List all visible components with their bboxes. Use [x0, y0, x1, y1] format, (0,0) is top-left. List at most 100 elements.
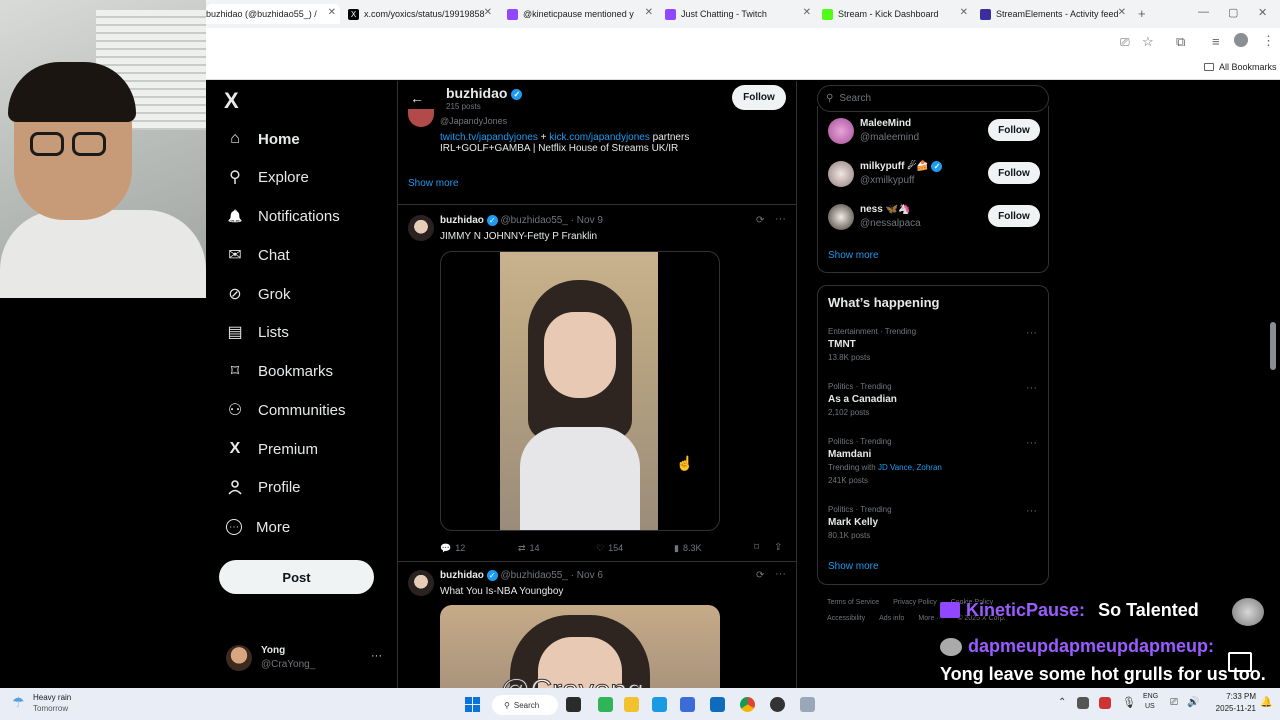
tab-kineticpause[interactable]: @kineticpause mentioned y ✕ [507, 4, 657, 24]
trend-item[interactable]: Politics · Trending Mark Kelly 80.1K pos… [818, 502, 1048, 546]
follow-button[interactable]: Follow [988, 205, 1040, 227]
nav-explore[interactable]: ⚲ Explore [226, 162, 309, 192]
trending-with-links[interactable]: JD Vance, Zohran [878, 463, 942, 472]
more-icon[interactable]: ··· [775, 568, 786, 580]
nav-home[interactable]: ⌂ Home [226, 124, 300, 154]
grok-icon[interactable]: ⟳ [756, 570, 764, 581]
post-author[interactable]: buzhidao [440, 570, 484, 581]
show-more-link[interactable]: Show more [408, 178, 459, 189]
tab-buzhidao[interactable]: buzhidao (@buzhidao55_) / ✕ [206, 4, 340, 24]
post-author[interactable]: buzhidao [440, 215, 484, 226]
grok-icon[interactable]: ⟳ [756, 215, 764, 226]
trend-item[interactable]: Politics · Trending As a Canadian 2,102 … [818, 379, 1048, 423]
trend-item[interactable]: Entertainment · Trending TMNT 13.8K post… [818, 324, 1048, 368]
volume-icon[interactable]: 🔊 [1187, 697, 1199, 708]
avatar[interactable] [828, 118, 854, 144]
tab-twitch[interactable]: Just Chatting - Twitch ✕ [665, 4, 815, 24]
app-icon[interactable] [800, 697, 815, 712]
post-date[interactable]: · Nov 6 [571, 570, 603, 581]
post-1[interactable]: buzhidao ✓ @buzhidao55_ · Nov 9 ⟳ ··· JI… [398, 205, 796, 561]
suggested-name[interactable]: MaleeMind [860, 118, 911, 129]
close-icon[interactable]: ✕ [645, 7, 653, 18]
show-more-link[interactable]: Show more [828, 561, 879, 572]
all-bookmarks[interactable]: All Bookmarks [1204, 62, 1277, 72]
footer-link[interactable]: Accessibility [827, 615, 865, 622]
network-icon[interactable]: ⎚ [1170, 697, 1178, 708]
chrome-icon[interactable] [740, 697, 755, 712]
file-explorer-icon[interactable] [624, 697, 639, 712]
post-button[interactable]: Post [219, 560, 374, 594]
close-icon[interactable]: ✕ [328, 7, 336, 18]
like-action[interactable]: ♡ 154 [596, 543, 623, 554]
kick-link[interactable]: kick.com/japandyjones [549, 132, 650, 143]
new-tab-button[interactable]: + [1138, 6, 1146, 21]
tab-streamelements[interactable]: StreamElements - Activity feed ✕ [980, 4, 1130, 24]
reply-action[interactable]: 💬 12 [440, 543, 465, 554]
windows-start-icon[interactable] [465, 697, 480, 712]
profile-avatar-icon[interactable] [1234, 33, 1248, 47]
edge-icon[interactable] [652, 697, 667, 712]
x-logo-icon[interactable]: X [224, 88, 239, 114]
footer-link[interactable]: Terms of Service [827, 599, 879, 606]
extensions-icon[interactable]: ⧉ [1176, 34, 1185, 50]
nav-grok[interactable]: ⊘ Grok [226, 279, 290, 309]
more-icon[interactable]: ··· [1026, 505, 1037, 517]
close-icon[interactable]: ✕ [960, 7, 968, 18]
close-icon[interactable]: ✕ [484, 7, 492, 18]
tray-icon[interactable] [1099, 697, 1111, 709]
follow-button[interactable]: Follow [988, 162, 1040, 184]
cast-icon[interactable]: ⎚ [1120, 35, 1130, 50]
follow-button[interactable]: Follow [732, 85, 786, 110]
avatar[interactable] [828, 204, 854, 230]
chevron-up-icon[interactable]: ⌃ [1058, 697, 1066, 708]
avatar[interactable] [408, 215, 434, 241]
more-icon[interactable]: ··· [775, 213, 786, 225]
avatar[interactable] [408, 570, 434, 596]
tab-kick[interactable]: Stream - Kick Dashboard ✕ [822, 4, 972, 24]
kebab-menu-icon[interactable]: ⋮ [1262, 33, 1275, 49]
close-icon[interactable]: ✕ [803, 7, 811, 18]
window-close-icon[interactable]: ✕ [1258, 6, 1267, 19]
repost-action[interactable]: ⇄ 14 [518, 543, 540, 554]
nav-chat[interactable]: ✉ Chat [226, 240, 289, 270]
post-2[interactable]: buzhidao ✓ @buzhidao55_ · Nov 6 ⟳ ··· Wh… [398, 562, 796, 688]
close-icon[interactable]: ✕ [1118, 7, 1126, 18]
notification-bell-icon[interactable]: 🔔 [1260, 697, 1272, 708]
more-icon[interactable]: ··· [1026, 327, 1037, 339]
microphone-icon[interactable]: 🎙 [1122, 696, 1136, 709]
scrollbar-thumb[interactable] [1270, 322, 1276, 370]
nav-notifications[interactable]: 🔔 Notifications [226, 201, 340, 231]
follow-button[interactable]: Follow [988, 119, 1040, 141]
bookmark-icon[interactable]: ⌑ [754, 542, 759, 553]
twitch-link[interactable]: twitch.tv/japandyjones [440, 132, 538, 143]
task-view-icon[interactable] [566, 697, 581, 712]
media-icon[interactable]: ≡ [1212, 34, 1220, 49]
clock-time[interactable]: 7:33 PM [1208, 692, 1256, 701]
star-icon[interactable]: ☆ [1142, 34, 1154, 50]
app-icon[interactable] [598, 697, 613, 712]
weather-title[interactable]: Heavy rain [33, 693, 71, 702]
post-video[interactable] [440, 251, 720, 531]
taskbar-search[interactable]: ⚲ Search [492, 695, 558, 715]
language-code[interactable]: ENG [1143, 693, 1158, 700]
nav-premium[interactable]: X Premium [226, 434, 318, 464]
nav-more[interactable]: ⋯ More [226, 512, 290, 542]
more-icon[interactable]: ··· [1026, 437, 1037, 449]
nav-lists[interactable]: ▤ Lists [226, 317, 288, 347]
tab-x-status[interactable]: X x.com/yoxics/status/19919858 ✕ [348, 4, 496, 24]
share-icon[interactable]: ⇪ [774, 542, 782, 553]
back-arrow-icon[interactable]: ← [410, 90, 424, 106]
nav-profile[interactable]: Profile [226, 472, 301, 502]
post-date[interactable]: · Nov 9 [571, 215, 603, 226]
nav-bookmarks[interactable]: ⌑ Bookmarks [226, 356, 333, 386]
show-more-link[interactable]: Show more [828, 250, 879, 261]
account-menu-icon[interactable]: ··· [371, 650, 382, 662]
account-switcher[interactable]: Yong @CraYong_ ··· [226, 644, 386, 674]
tray-icon[interactable] [1077, 697, 1089, 709]
store-icon[interactable] [680, 697, 695, 712]
footer-link[interactable]: Privacy Policy [893, 599, 937, 606]
suggested-name[interactable]: ness 🦋🦄 [860, 204, 910, 215]
suggested-name-row[interactable]: milkypuff ☄🍰 ✓ [860, 161, 943, 172]
obs-icon[interactable] [770, 697, 785, 712]
maximize-icon[interactable]: ▢ [1228, 6, 1238, 19]
